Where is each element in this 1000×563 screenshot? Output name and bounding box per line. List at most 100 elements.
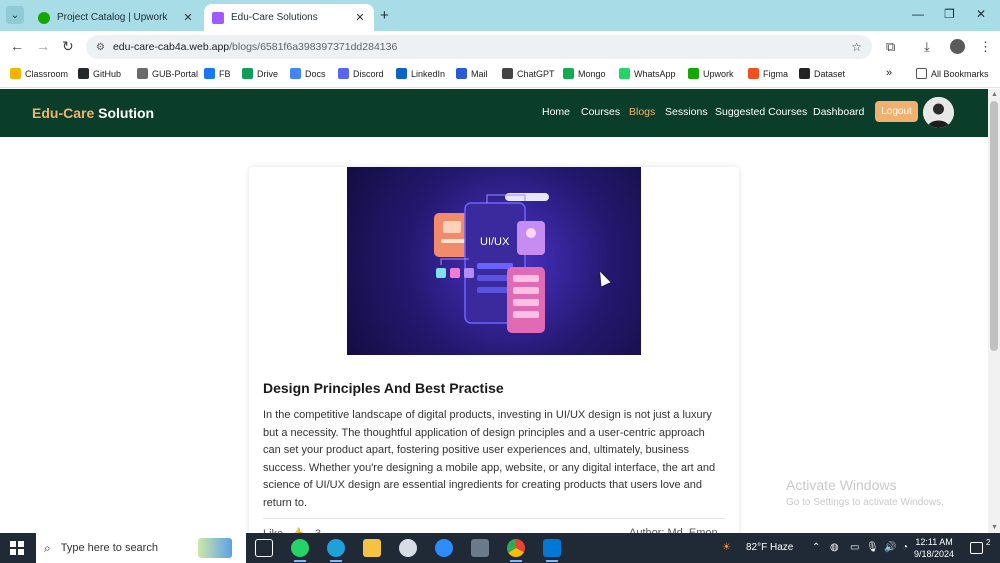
- more-bookmarks-icon[interactable]: »: [886, 67, 892, 79]
- scroll-up-icon[interactable]: ▲: [991, 91, 998, 98]
- site-header: Edu-Care Solution Home Courses Blogs Ses…: [0, 89, 988, 137]
- scroll-thumb[interactable]: [990, 101, 998, 351]
- bookmark-label: Figma: [763, 68, 789, 79]
- vscode-taskbar-icon[interactable]: [543, 539, 561, 562]
- bookmark-discord[interactable]: Discord: [338, 68, 384, 79]
- bookmarks-bar: » All Bookmarks Classroom GitHub GUB-Porta…: [0, 62, 1000, 88]
- bookmark-label: Mongo: [578, 68, 606, 79]
- taskbar-search[interactable]: ⌕ Type here to search: [36, 533, 246, 563]
- microphone-icon[interactable]: 🎙: [866, 542, 879, 553]
- forward-icon[interactable]: →: [36, 38, 50, 54]
- blog-card: UI/UX Design Principles And Best Practis…: [249, 167, 739, 547]
- minimize-icon[interactable]: —: [912, 7, 924, 21]
- bookmark-upwork[interactable]: Upwork: [688, 68, 734, 79]
- logout-button[interactable]: Logout: [875, 101, 918, 122]
- classroom-icon: [10, 68, 21, 79]
- bookmark-figma[interactable]: Figma: [748, 68, 788, 79]
- nav-sessions[interactable]: Sessions: [665, 106, 708, 118]
- bookmark-whatsapp[interactable]: WhatsApp: [619, 68, 676, 79]
- page-content: UI/UX Design Principles And Best Practis…: [0, 137, 988, 547]
- mongo-icon: [563, 68, 574, 79]
- bookmark-label: Classroom: [25, 68, 69, 79]
- site-info-icon[interactable]: ⚙: [96, 42, 105, 53]
- close-tab-icon[interactable]: ✕: [354, 11, 366, 24]
- vite-favicon-icon: [212, 11, 224, 24]
- tab-upwork[interactable]: Project Catalog | Upwork ✕: [30, 4, 202, 31]
- windows-start-icon[interactable]: [10, 541, 24, 555]
- bookmark-fb[interactable]: FB: [204, 68, 231, 79]
- bookmark-chatgpt[interactable]: ChatGPT: [502, 68, 555, 79]
- reload-icon[interactable]: ↻: [62, 38, 74, 55]
- address-bar[interactable]: ⚙ edu-care-cab4a.web.app/blogs/6581f6a39…: [86, 35, 872, 59]
- post-body: In the competitive landscape of digital …: [263, 409, 716, 509]
- bookmark-gub-portal[interactable]: GUB-Portal: [137, 68, 198, 79]
- user-avatar[interactable]: [923, 97, 954, 128]
- bookmark-github[interactable]: GitHub: [78, 68, 121, 79]
- bookmark-docs[interactable]: Docs: [290, 68, 326, 79]
- tray-chevron-icon[interactable]: ⌃: [812, 542, 820, 553]
- user-photo-icon: [923, 97, 954, 128]
- all-bookmarks[interactable]: All Bookmarks: [916, 68, 989, 79]
- chrome-taskbar-icon[interactable]: [507, 539, 525, 562]
- notification-count: 2: [986, 538, 991, 547]
- profile-avatar[interactable]: [950, 39, 965, 54]
- bookmark-linkedin[interactable]: LinkedIn: [396, 68, 445, 79]
- brand-part-1: Edu-Care: [32, 105, 95, 121]
- search-highlight-icon: [198, 538, 232, 558]
- nav-suggested-courses[interactable]: Suggested Courses: [715, 106, 807, 118]
- back-icon[interactable]: ←: [10, 38, 24, 54]
- extensions-icon[interactable]: ⧉: [886, 39, 895, 55]
- wifi-icon[interactable]: ◔: [902, 542, 908, 553]
- upwork-favicon-icon: [38, 11, 50, 24]
- network-icon[interactable]: ◍: [830, 542, 839, 553]
- post-title: Design Principles And Best Practise: [263, 380, 504, 396]
- bookmark-label: GitHub: [93, 68, 122, 79]
- edge-taskbar-icon[interactable]: [327, 539, 345, 562]
- window-close-icon[interactable]: ✕: [976, 7, 986, 21]
- hero-label: UI/UX: [480, 236, 510, 248]
- notification-icon[interactable]: [970, 542, 983, 554]
- nav-dashboard[interactable]: Dashboard: [813, 106, 864, 118]
- taskbar-clock[interactable]: 12:11 AM 9/18/2024: [914, 536, 954, 560]
- new-tab-icon[interactable]: +: [380, 7, 389, 24]
- bookmark-classroom[interactable]: Classroom: [10, 68, 68, 79]
- card-divider: [263, 518, 725, 519]
- zoom-taskbar-icon[interactable]: [435, 539, 453, 557]
- download-icon[interactable]: ⤓: [924, 39, 930, 55]
- bookmark-label: WhatsApp: [634, 68, 676, 79]
- calculator-icon[interactable]: [471, 539, 489, 557]
- bookmark-mail[interactable]: Mail: [456, 68, 488, 79]
- whatsapp-taskbar-icon[interactable]: [291, 539, 309, 562]
- all-bookmarks-label: All Bookmarks: [931, 68, 989, 79]
- scroll-down-icon[interactable]: ▼: [991, 524, 998, 531]
- restore-icon[interactable]: ❐: [944, 7, 955, 21]
- activate-windows-watermark: Activate Windows Go to Settings to activ…: [786, 477, 944, 508]
- tab-search-button[interactable]: ⌄: [6, 6, 24, 24]
- activate-line-2: Go to Settings to activate Windows.: [786, 497, 944, 508]
- page-scrollbar[interactable]: ▲ ▼: [988, 89, 1000, 533]
- volume-icon[interactable]: 🔊: [884, 542, 896, 553]
- blog-hero-image: UI/UX: [347, 167, 641, 355]
- nav-blogs[interactable]: Blogs: [629, 106, 655, 118]
- nav-home[interactable]: Home: [542, 106, 570, 118]
- bookmark-dataset[interactable]: Dataset: [799, 68, 845, 79]
- fb-icon: [204, 68, 215, 79]
- bookmark-drive[interactable]: Drive: [242, 68, 278, 79]
- close-tab-icon[interactable]: ✕: [182, 11, 194, 24]
- clock-time: 12:11 AM: [915, 537, 953, 547]
- brand-logo[interactable]: Edu-Care Solution: [32, 105, 154, 121]
- weather-text[interactable]: 82°F Haze: [746, 542, 793, 553]
- task-view-icon[interactable]: [255, 539, 273, 557]
- nav-courses[interactable]: Courses: [581, 106, 620, 118]
- browser-toolbar: ← → ↻ ⚙ edu-care-cab4a.web.app/blogs/658…: [0, 31, 1000, 62]
- file-explorer-icon[interactable]: [363, 539, 381, 557]
- menu-kebab-icon[interactable]: ⋮: [979, 39, 992, 55]
- bookmark-star-icon[interactable]: ☆: [851, 40, 862, 54]
- app-taskbar-icon[interactable]: [399, 539, 417, 557]
- taskbar-search-placeholder: Type here to search: [60, 542, 158, 554]
- bookmark-label: FB: [219, 68, 231, 79]
- battery-icon[interactable]: ▭: [850, 542, 859, 553]
- bookmark-mongo[interactable]: Mongo: [563, 68, 606, 79]
- tab-edu-care[interactable]: Edu-Care Solutions ✕: [204, 4, 374, 31]
- browser-tab-strip: ⌄ Project Catalog | Upwork ✕ Edu-Care So…: [0, 0, 1000, 31]
